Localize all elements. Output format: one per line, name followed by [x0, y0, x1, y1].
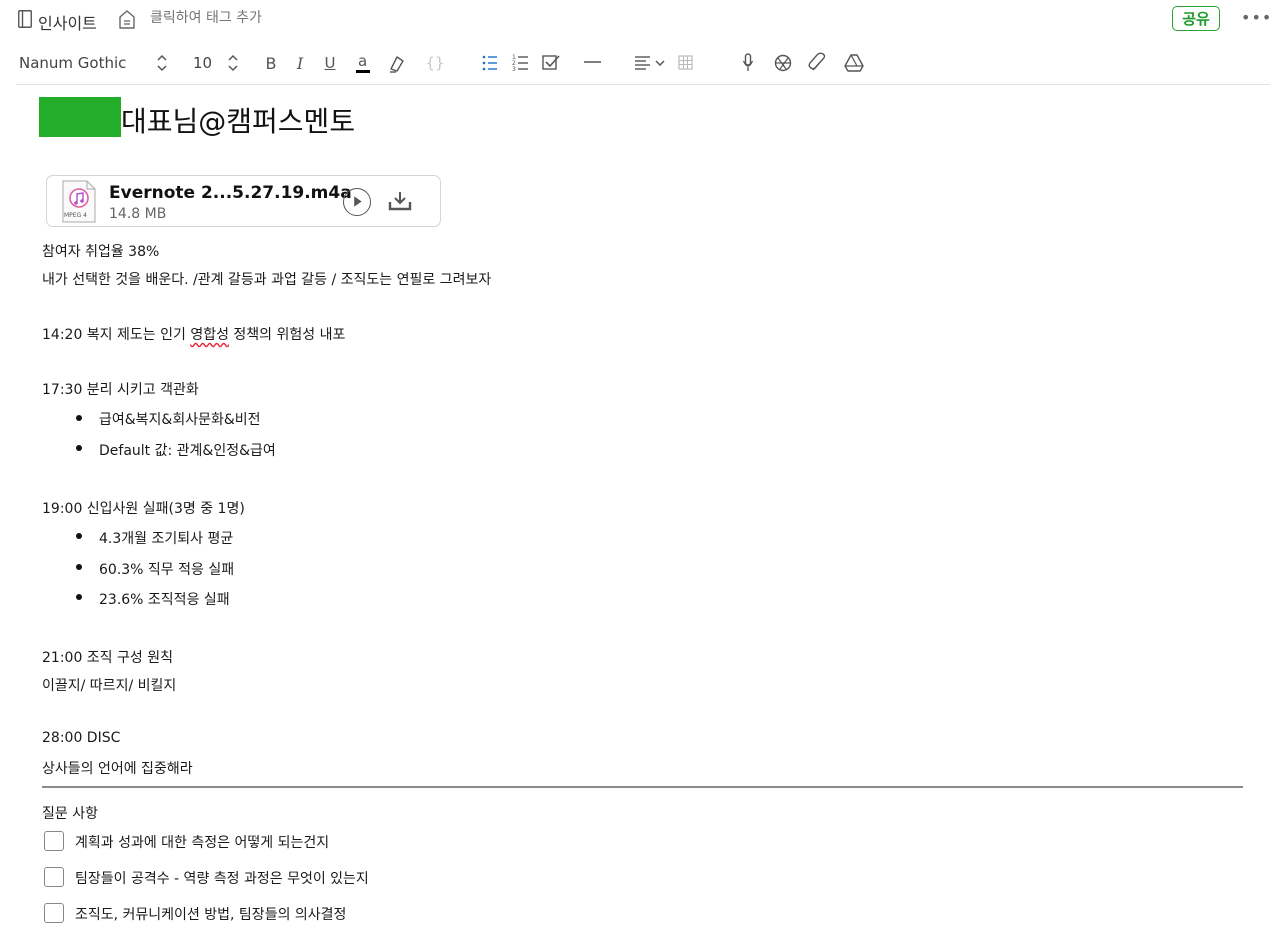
bold-icon[interactable]: B — [264, 45, 278, 81]
note-line: 참여자 취업율 38% — [42, 244, 160, 260]
note-line: 21:00 조직 구성 원칙 — [42, 650, 173, 666]
checklist-icon[interactable] — [542, 45, 560, 81]
numbered-list-icon[interactable]: 1 2 3 — [512, 45, 529, 81]
list-item: 60.3% 직무 적응 실패 — [99, 562, 235, 578]
svg-text:3: 3 — [512, 66, 516, 73]
note-line: 17:30 분리 시키고 객관화 — [42, 382, 199, 398]
code-block-icon[interactable]: {} — [425, 45, 445, 81]
list-item: 23.6% 조직적응 실패 — [99, 592, 230, 608]
camera-icon[interactable] — [774, 45, 792, 81]
note-line: 질문 사항 — [42, 806, 98, 822]
italic-icon[interactable]: I — [294, 45, 306, 81]
top-bar: 인사이트 공유 ••• — [0, 0, 1280, 40]
tag-icon[interactable] — [119, 10, 135, 29]
checkbox[interactable] — [44, 831, 64, 851]
horizontal-rule-icon[interactable] — [584, 45, 601, 81]
tag-input[interactable] — [150, 10, 330, 26]
bullet-dot — [76, 415, 82, 421]
toolbar-divider — [16, 84, 1270, 85]
note-title[interactable]: 대표님@캠퍼스멘토 — [121, 100, 355, 140]
list-item: Default 값: 관계&인정&급여 — [99, 443, 276, 459]
list-item: 급여&복지&회사문화&비전 — [99, 412, 261, 428]
file-type-label: MPEG 4 — [64, 212, 87, 219]
checkbox[interactable] — [44, 903, 64, 923]
checklist-item-text: 조직도, 커뮤니케이션 방법, 팀장들의 의사결정 — [75, 907, 347, 923]
audio-attachment[interactable]: MPEG 4 Evernote 2...5.27.19.m4a 14.8 MB — [46, 175, 441, 227]
bulleted-list-icon[interactable] — [482, 45, 498, 81]
attachment-name: Evernote 2...5.27.19.m4a — [109, 183, 352, 203]
checklist-item-text: 계획과 성과에 대한 측정은 어떻게 되는건지 — [75, 835, 330, 851]
bullet-dot — [76, 594, 82, 600]
microphone-icon[interactable] — [742, 45, 754, 81]
more-options-icon[interactable]: ••• — [1241, 8, 1272, 27]
bullet-dot — [76, 445, 82, 451]
horizontal-rule — [42, 786, 1243, 788]
bullet-dot — [76, 564, 82, 570]
bullet-dot — [76, 533, 82, 539]
attachment-icon[interactable] — [808, 45, 828, 81]
alignment-icon[interactable] — [634, 45, 668, 81]
font-size-stepper-icon[interactable] — [227, 45, 239, 81]
share-button[interactable]: 공유 — [1172, 6, 1220, 31]
font-family-stepper-icon[interactable] — [156, 45, 168, 81]
highlighter-icon[interactable] — [388, 45, 406, 81]
list-item: 4.3개월 조기퇴사 평균 — [99, 531, 234, 547]
note-line: 이끌지/ 따르지/ 비킬지 — [42, 678, 177, 694]
spellcheck-word[interactable]: 영합성 — [190, 327, 229, 343]
note-line: 상사들의 언어에 집중해라 — [42, 761, 193, 777]
checklist-item-text: 팀장들이 공격수 - 역량 측정 과정은 무엇이 있는지 — [75, 871, 369, 887]
note-line: 19:00 신입사원 실패(3명 중 1명) — [42, 501, 245, 517]
note-line: 14:20 복지 제도는 인기 영합성 정책의 위험성 내포 — [42, 324, 345, 344]
drive-icon[interactable] — [844, 45, 864, 81]
title-color-block — [39, 97, 121, 137]
attachment-size: 14.8 MB — [109, 206, 167, 222]
download-icon[interactable] — [387, 189, 413, 213]
table-icon[interactable] — [678, 45, 694, 81]
formatting-toolbar: Nanum Gothic 10 B I U a {} 1 2 3 — [0, 45, 1280, 81]
underline-icon[interactable]: U — [323, 45, 337, 81]
svg-text:a: a — [358, 52, 367, 70]
play-icon[interactable] — [343, 188, 371, 216]
notebook-name[interactable]: 인사이트 — [38, 10, 97, 34]
note-line: 내가 선택한 것을 배운다. /관계 갈등과 과업 갈등 / 조직도는 연필로 … — [42, 272, 492, 288]
text-color-icon[interactable]: a — [354, 45, 372, 81]
notebook-icon[interactable] — [18, 10, 32, 28]
font-size-select[interactable]: 10 — [193, 45, 212, 81]
note-line: 28:00 DISC — [42, 730, 121, 746]
text-segment: 14:20 복지 제도는 인기 — [42, 327, 191, 343]
text-segment: 정책의 위험성 내포 — [228, 327, 346, 343]
font-family-select[interactable]: Nanum Gothic — [19, 45, 126, 81]
checkbox[interactable] — [44, 867, 64, 887]
